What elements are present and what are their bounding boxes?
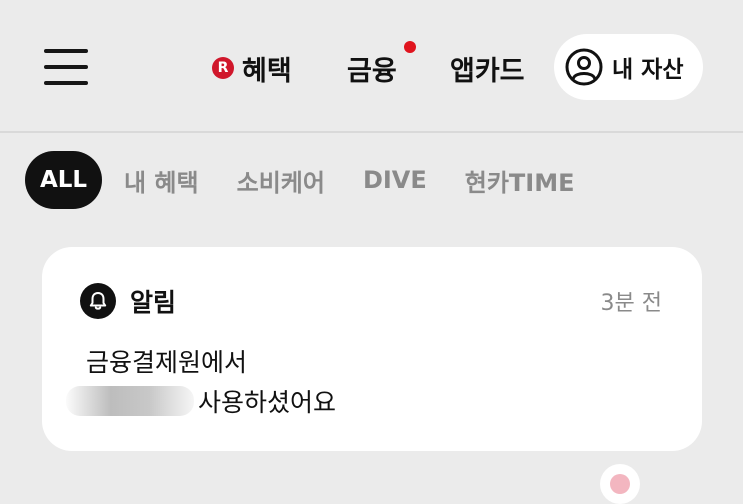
user-circle-icon xyxy=(564,47,604,87)
chip-hyundai-time[interactable]: 현카TIME xyxy=(465,163,575,198)
top-navigation-bar: R 혜택 금융 앱카드 내 자산 xyxy=(0,0,743,131)
r-badge-icon: R xyxy=(212,57,234,79)
header-divider xyxy=(0,131,743,133)
card-timestamp: 3분 전 xyxy=(600,291,662,316)
chip-spending-care[interactable]: 소비케어 xyxy=(237,163,325,198)
chip-dive[interactable]: DIVE xyxy=(363,166,427,194)
chip-all[interactable]: ALL xyxy=(25,151,102,209)
chip-my-benefits[interactable]: 내 혜택 xyxy=(124,163,199,198)
hamburger-menu-icon[interactable] xyxy=(44,49,88,85)
card-message-line2-text: 사용하셨어요 xyxy=(198,388,337,417)
nav-appcard-label: 앱카드 xyxy=(450,55,525,87)
nav-benefit[interactable]: R 혜택 xyxy=(212,50,292,87)
card-message-line2: 사용하셨어요 xyxy=(66,383,337,419)
nav-appcard[interactable]: 앱카드 xyxy=(450,50,525,87)
my-assets-label: 내 자산 xyxy=(612,57,684,83)
filter-chips: ALL 내 혜택 소비케어 DIVE 현카TIME xyxy=(25,151,613,209)
redacted-amount xyxy=(66,386,194,416)
card-title: 알림 xyxy=(130,288,177,317)
nav-finance[interactable]: 금융 xyxy=(347,50,397,87)
my-assets-button[interactable]: 내 자산 xyxy=(554,34,703,100)
nav-finance-label: 금융 xyxy=(347,55,397,87)
nav-benefit-label: 혜택 xyxy=(242,55,292,87)
card-message-line1: 금융결제원에서 xyxy=(86,348,248,377)
card-header: 알림 xyxy=(80,283,176,319)
heart-icon xyxy=(610,474,630,494)
floating-badge[interactable] xyxy=(600,464,640,504)
notification-dot xyxy=(404,41,416,53)
bell-icon xyxy=(80,283,116,319)
notification-card[interactable]: 알림 3분 전 금융결제원에서 사용하셨어요 xyxy=(42,247,702,451)
